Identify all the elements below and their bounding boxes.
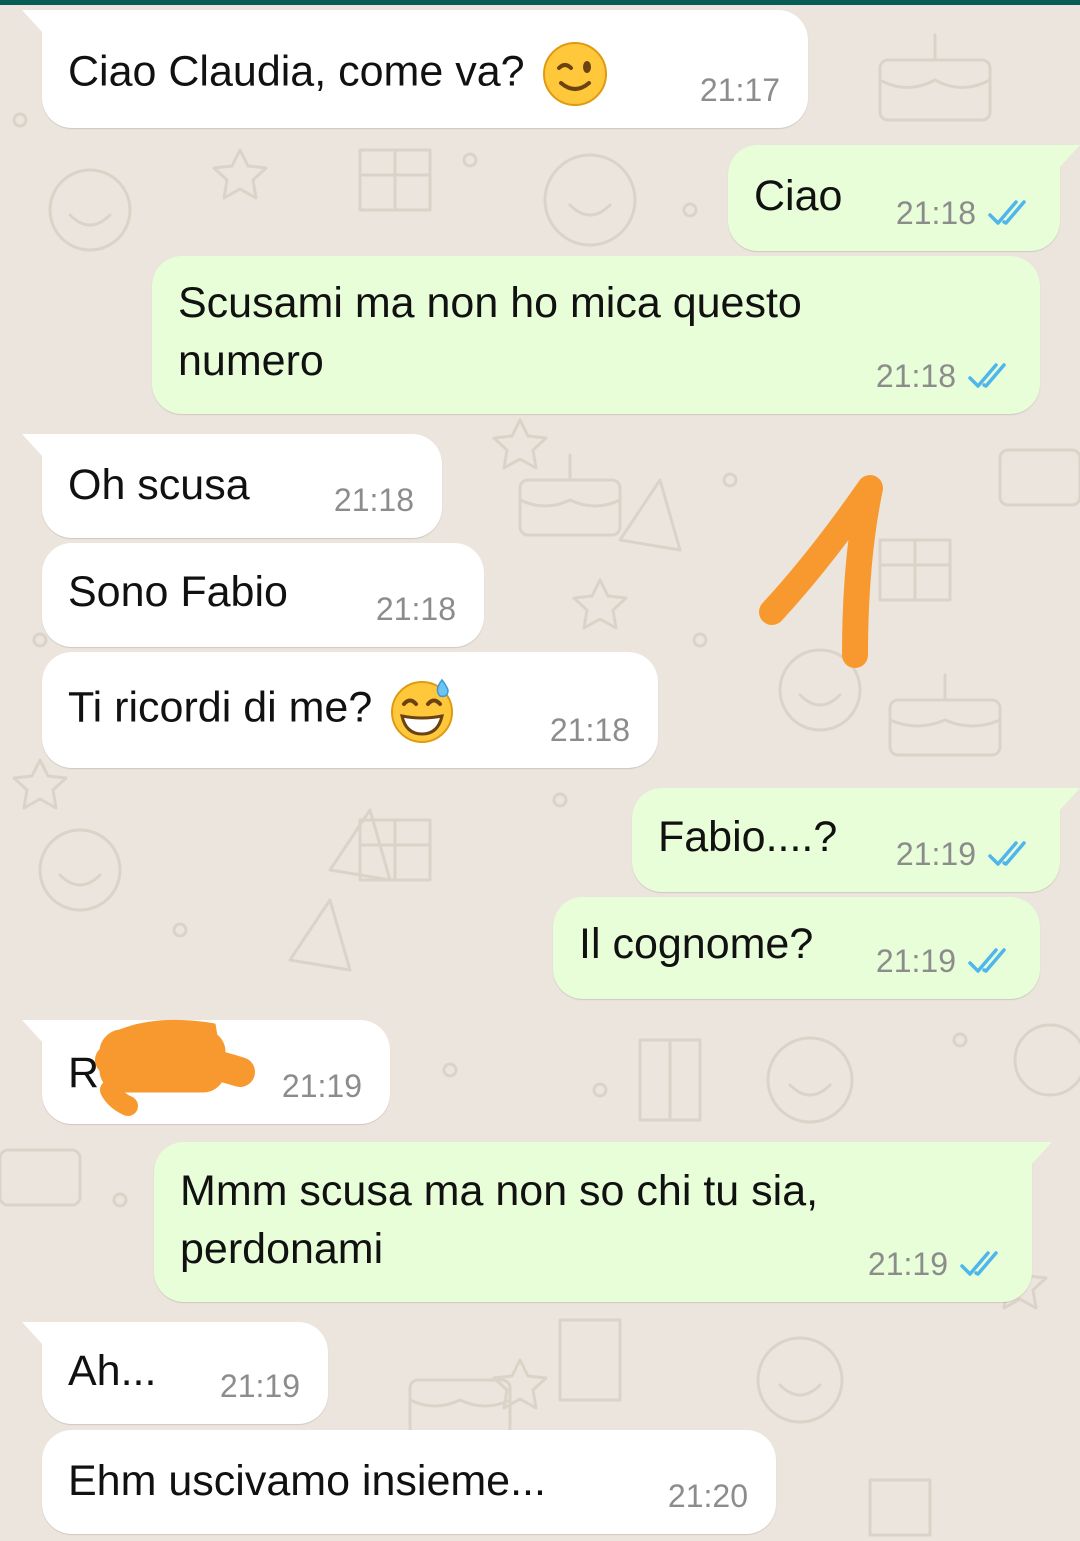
incoming-message[interactable]: Ti ricordi di me? 21:18 [42,652,658,768]
message-text: Fabio....? [658,813,838,861]
message-text: Ti ricordi di me? [68,683,373,732]
message-time: 21:19 [219,1368,300,1404]
grinning-sweat-face-icon [391,678,454,743]
outgoing-message[interactable]: Il cognome? 21:19 [553,897,1040,999]
message-time: 21:18 [549,712,630,748]
double-check-icon [960,1251,998,1276]
message-text: R [68,1049,100,1097]
incoming-message[interactable]: Ah... 21:19 [22,1322,328,1424]
incoming-message[interactable]: R 21:19 [22,1020,390,1124]
incoming-message[interactable]: Ciao Claudia, come va? 21:17 [22,10,808,128]
message-time: 21:19 [895,836,976,872]
outgoing-message[interactable]: Ciao 21:18 [728,145,1080,251]
message-text-line: Mmm scusa ma non so chi tu sia, [180,1167,819,1215]
outgoing-message[interactable]: Mmm scusa ma non so chi tu sia, perdonam… [154,1142,1052,1302]
double-check-icon [988,841,1026,866]
message-text: Ciao [754,172,843,220]
outgoing-message[interactable]: Fabio....? 21:19 [632,788,1080,892]
message-text: Ah... [68,1347,157,1395]
message-text-line: Scusami ma non ho mica questo [178,279,802,327]
incoming-message[interactable]: Sono Fabio 21:18 [42,543,484,647]
outgoing-message[interactable]: Scusami ma non ho mica questo numero 21:… [152,256,1040,414]
message-time: 21:20 [667,1478,748,1514]
message-text-line: perdonami [180,1225,384,1273]
incoming-message[interactable]: Oh scusa 21:18 [22,434,442,538]
message-time: 21:18 [895,195,976,231]
message-text-line: numero [178,337,324,385]
message-time: 21:19 [875,943,956,979]
incoming-message[interactable]: Ehm uscivamo insieme... 21:20 [42,1430,776,1534]
wink-face-icon [542,42,607,106]
message-text: Il cognome? [579,920,814,968]
message-time: 21:19 [867,1246,948,1282]
double-check-icon [968,363,1006,388]
message-time: 21:18 [333,482,414,518]
message-text: Oh scusa [68,461,250,509]
message-text: Sono Fabio [68,568,288,616]
message-text: Ciao Claudia, come va? [68,47,525,96]
message-time: 21:18 [875,358,956,394]
double-check-icon [968,948,1006,973]
message-time: 21:17 [699,72,780,108]
double-check-icon [988,200,1026,225]
message-time: 21:18 [375,591,456,627]
message-text: Ehm uscivamo insieme... [68,1457,546,1505]
conversation: Ciao Claudia, come va? 21:17 Ciao 21:18 … [0,0,1080,1541]
message-time: 21:19 [281,1068,362,1104]
